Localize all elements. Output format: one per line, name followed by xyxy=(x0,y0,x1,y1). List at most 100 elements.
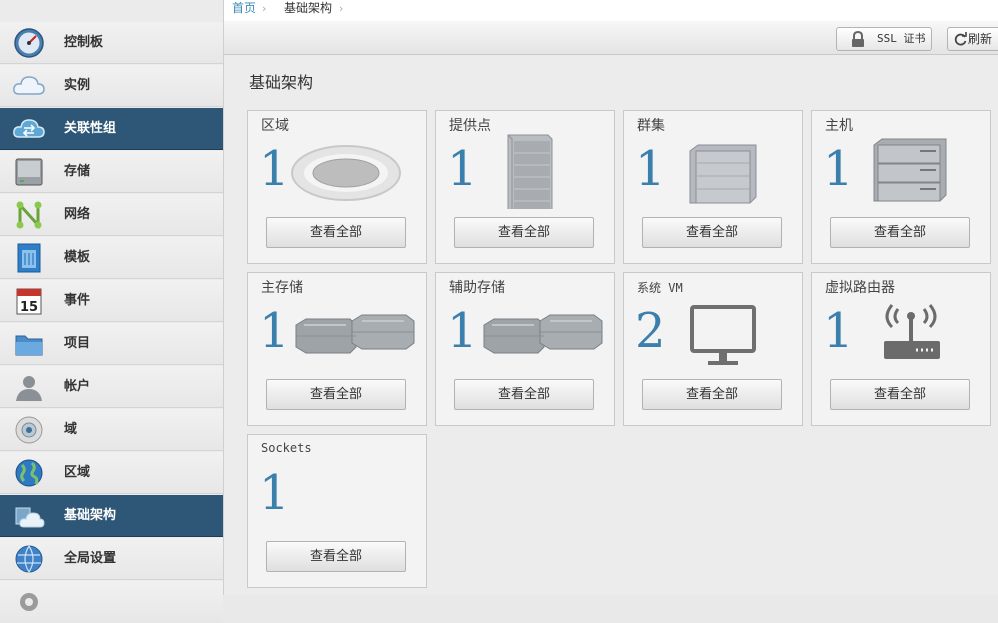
page-title: 基础架构 xyxy=(249,73,314,92)
host-server-icon xyxy=(873,138,947,202)
svg-text:15: 15 xyxy=(20,300,38,315)
sidebar-item-label: 域 xyxy=(64,422,78,437)
card-count: 1 xyxy=(447,303,478,359)
cluster-box-icon xyxy=(689,144,757,204)
sidebar-item-network[interactable]: 网络 xyxy=(0,194,223,236)
card-count: 1 xyxy=(259,303,290,359)
sidebar-item-storage[interactable]: 存储 xyxy=(0,151,223,193)
card-title: Sockets xyxy=(261,441,312,455)
breadcrumb-separator: › xyxy=(339,2,344,15)
infrastructure-cloud-icon xyxy=(15,507,45,528)
breadcrumb: 首页 › 基础架构 › xyxy=(224,0,998,21)
sidebar-item-accounts[interactable]: 帐户 xyxy=(0,366,223,408)
view-all-button[interactable]: 查看全部 xyxy=(830,217,970,248)
view-all-button[interactable]: 查看全部 xyxy=(266,217,406,248)
globe-icon xyxy=(15,459,43,487)
card-count: 1 xyxy=(259,141,290,197)
card-title: 区域 xyxy=(261,118,289,134)
folder-icon xyxy=(15,335,43,356)
sidebar-item-label: 关联性组 xyxy=(64,121,117,136)
sidebar-item-label: 事件 xyxy=(64,293,91,308)
sidebar-item-label: 基础架构 xyxy=(64,508,117,523)
card-count: 1 xyxy=(447,141,478,197)
card-count: 1 xyxy=(823,303,854,359)
ssl-button-label: SSL 证书 xyxy=(877,32,926,45)
view-all-button[interactable]: 查看全部 xyxy=(266,541,406,572)
network-n-icon xyxy=(16,201,42,229)
dashboard-gauge-icon xyxy=(14,28,44,58)
view-all-button[interactable]: 查看全部 xyxy=(642,379,782,410)
view-all-button[interactable]: 查看全部 xyxy=(642,217,782,248)
card-primary-storage: 主存储 1 查看全部 xyxy=(247,272,427,426)
card-title: 主机 xyxy=(825,118,853,134)
card-count: 1 xyxy=(635,141,666,197)
sidebar-item-zones[interactable]: 区域 xyxy=(0,452,223,494)
card-title: 提供点 xyxy=(449,118,491,134)
sidebar-item-label: 存储 xyxy=(64,164,91,179)
view-all-button[interactable]: 查看全部 xyxy=(454,217,594,248)
cloud-icon xyxy=(13,76,45,95)
sidebar-item-projects[interactable]: 项目 xyxy=(0,323,223,365)
sidebar-item-label: 实例 xyxy=(64,78,91,93)
user-icon xyxy=(16,376,42,401)
card-title: 辅助存储 xyxy=(449,280,505,296)
pod-rack-icon xyxy=(507,134,553,209)
zone-disc-icon xyxy=(291,145,401,201)
view-all-button[interactable]: 查看全部 xyxy=(830,379,970,410)
secondary-storage-icon xyxy=(483,314,603,354)
sidebar-item-label: 帐户 xyxy=(64,379,91,394)
primary-storage-icon xyxy=(295,314,415,354)
view-all-button[interactable]: 查看全部 xyxy=(266,379,406,410)
sidebar-item-label: 网络 xyxy=(64,207,91,222)
card-clusters: 群集 1 查看全部 xyxy=(623,110,803,264)
sidebar-item-global-settings[interactable]: 全局设置 xyxy=(0,538,223,580)
calendar-icon: 15 xyxy=(16,288,42,315)
sidebar-item-label: 区域 xyxy=(64,465,91,480)
sidebar-item-templates[interactable]: 模板 xyxy=(0,237,223,279)
sidebar-item-label: 模板 xyxy=(64,250,91,265)
card-secondary-storage: 辅助存储 1 查看全部 xyxy=(435,272,615,426)
sidebar-item-events[interactable]: 15 事件 xyxy=(0,280,223,322)
router-icon xyxy=(884,304,940,359)
card-pods: 提供点 1 查看全部 xyxy=(435,110,615,264)
card-system-vms: 系统 VM 2 查看全部 xyxy=(623,272,803,426)
sidebar-item-dashboard[interactable]: 控制板 xyxy=(0,22,223,64)
card-title: 虚拟路由器 xyxy=(825,280,895,296)
sidebar-item-label: 全局设置 xyxy=(64,551,117,566)
card-hosts: 主机 1 查看全部 xyxy=(811,110,991,264)
domain-disc-icon xyxy=(15,416,43,444)
refresh-button-label: 刷新 xyxy=(968,32,993,46)
card-count: 2 xyxy=(635,303,666,359)
storage-drive-icon xyxy=(15,158,43,186)
monitor-icon xyxy=(690,305,756,365)
sidebar-item-instances[interactable]: 实例 xyxy=(0,65,223,107)
refresh-icon xyxy=(954,32,967,46)
card-sockets: Sockets 1 查看全部 xyxy=(247,434,427,588)
sidebar-item-more[interactable] xyxy=(0,581,223,623)
sidebar: 控制板 实例 关联性组 存储 网络 模板 15 事件 项目 帐户 域 区域 基础… xyxy=(0,0,224,623)
card-zones: 区域 1 查看全部 xyxy=(247,110,427,264)
breadcrumb-home-link[interactable]: 首页 xyxy=(232,0,256,17)
sidebar-item-infrastructure[interactable]: 基础架构 xyxy=(0,495,223,537)
lock-icon xyxy=(852,31,864,47)
toolbar: SSL 证书 刷新 xyxy=(224,21,998,55)
breadcrumb-separator: › xyxy=(262,2,267,15)
main-content: 基础架构 区域 1 查看全部 提供点 1 查看全部 群集 1 查看全部 主机 1… xyxy=(224,55,998,595)
sidebar-item-label: 项目 xyxy=(64,336,91,351)
breadcrumb-current[interactable]: 基础架构 xyxy=(284,0,332,17)
sidebar-item-domains[interactable]: 域 xyxy=(0,409,223,451)
card-title: 主存储 xyxy=(261,280,303,296)
ssl-certificate-button[interactable]: SSL 证书 xyxy=(836,27,932,51)
refresh-button[interactable]: 刷新 xyxy=(947,27,998,51)
view-all-button[interactable]: 查看全部 xyxy=(454,379,594,410)
card-title: 群集 xyxy=(637,118,665,134)
card-virtual-routers: 虚拟路由器 1 查看全部 xyxy=(811,272,991,426)
card-count: 1 xyxy=(259,465,290,521)
cloud-exchange-icon xyxy=(13,119,45,138)
card-count: 1 xyxy=(823,141,854,197)
globe-settings-icon xyxy=(15,545,43,573)
sidebar-item-affinity-groups[interactable]: 关联性组 xyxy=(0,108,223,150)
gear-icon xyxy=(20,593,38,611)
template-trash-icon xyxy=(17,243,41,273)
sidebar-item-label: 控制板 xyxy=(64,35,104,50)
